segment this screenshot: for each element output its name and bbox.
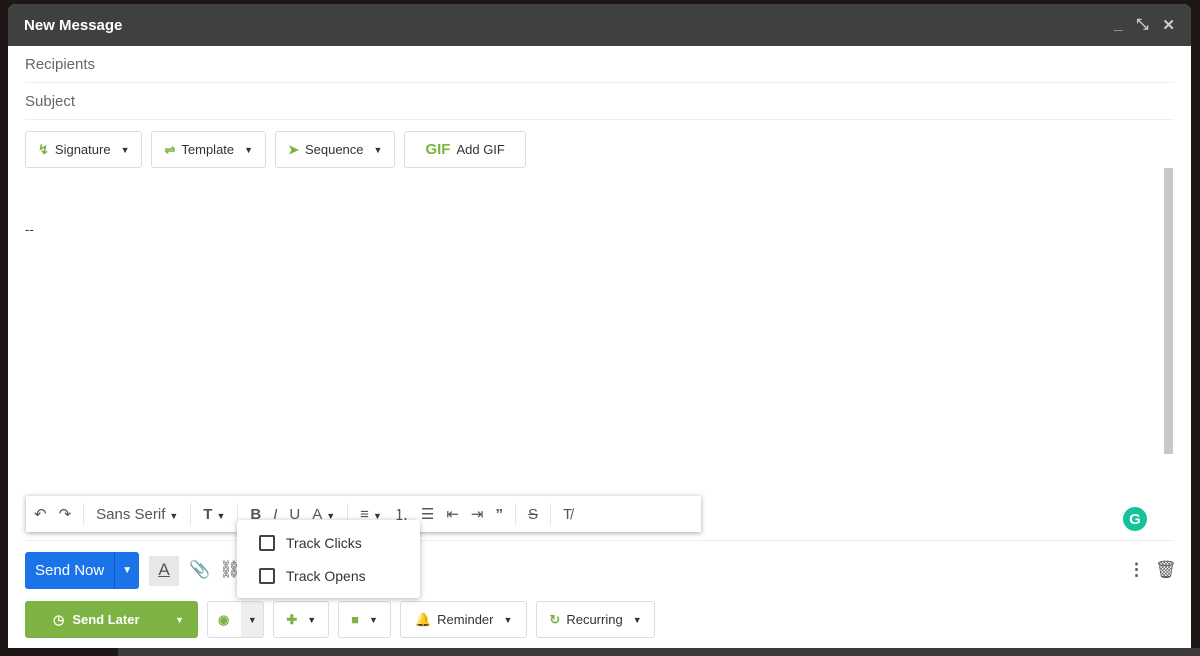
track-clicks-label: Track Clicks [286,534,362,551]
compose-header: New Message _ ⤡ ✕ [8,4,1191,46]
divider [190,503,192,525]
caret-down-icon: ▼ [244,144,254,155]
template-icon: ⇌ [164,141,176,157]
caret-down-icon: ▼ [120,144,130,155]
indent-more-icon[interactable]: ⇥ [471,505,484,523]
sequence-label: Sequence [304,142,364,157]
send-arrow-icon: ➤ [288,141,299,157]
bulleted-list-icon[interactable]: ☰ [421,505,434,523]
template-button[interactable]: ⇌ Template ▼ [151,131,267,168]
bell-icon: 🔔 [414,611,432,627]
quote-icon[interactable]: ” [495,506,503,523]
refresh-icon: ↻ [549,611,561,627]
send-later-label: Send Later [72,612,140,627]
collapse-icon[interactable]: ⤡ [1136,16,1148,34]
track-opens-label: Track Opens [286,567,366,584]
send-now-button[interactable]: Send Now [25,552,115,589]
grammarly-icon[interactable]: G [1123,507,1147,531]
minimize-icon[interactable]: _ [1114,16,1122,34]
tracking-menu: Track Clicks Track Opens [237,520,420,598]
reminder-label: Reminder [437,612,494,627]
add-gif-label: Add GIF [456,142,505,157]
indent-less-icon[interactable]: ⇤ [446,505,459,523]
sequence-button[interactable]: ➤ Sequence ▼ [275,131,396,168]
caret-down-icon: ▼ [373,144,383,155]
clear-formatting-icon[interactable]: T̸ [563,506,572,523]
send-later-button[interactable]: ◷ Send Later ▼ [25,601,198,638]
caret-down-icon: ▼ [307,614,317,625]
track-clicks-option[interactable]: Track Clicks [237,526,420,559]
divider [25,540,1174,541]
eye-icon: ◉ [218,611,230,627]
more-options-icon[interactable]: ⋮ [1128,560,1145,580]
formatting-toggle-icon[interactable]: A [149,556,179,586]
strikethrough-icon[interactable]: S [528,506,538,523]
divider [83,503,85,525]
track-opens-option[interactable]: Track Opens [237,559,420,592]
clock-icon: ◷ [53,611,65,627]
template-label: Template [181,142,235,157]
caret-down-icon: ▼ [369,614,378,625]
note-icon: ■ [351,612,360,627]
subject-field[interactable]: Subject [25,83,1174,120]
signature-label: Signature [54,142,111,157]
background [118,648,1200,656]
undo-icon[interactable]: ↶ [34,505,47,523]
close-icon[interactable]: ✕ [1162,16,1175,34]
compose-window: New Message _ ⤡ ✕ Recipients Subject ↯ Si… [8,4,1191,648]
send-options-caret[interactable]: ▼ [114,552,140,589]
signature-button[interactable]: ↯ Signature ▼ [25,131,143,168]
scrollbar[interactable] [1164,168,1173,454]
recipients-field[interactable]: Recipients [25,46,1174,83]
puzzle-icon: ✚ [286,611,298,627]
reminder-button[interactable]: 🔔 Reminder ▼ [399,601,528,638]
plugins-button[interactable]: ✚ ▼ [273,601,330,638]
tracking-button[interactable]: ◉ ▼ [207,601,265,638]
font-size-icon[interactable]: T ▼ [203,506,225,523]
recurring-button[interactable]: ↻ Recurring ▼ [536,601,655,638]
trash-icon[interactable]: 🗑 [1155,560,1177,580]
window-title: New Message [24,16,123,34]
caret-down-icon: ▼ [632,614,642,625]
notes-button[interactable]: ■ ▼ [338,601,391,638]
gif-icon: GIF [425,141,451,158]
signature-icon: ↯ [38,141,49,157]
caret-down-icon: ▼ [169,510,179,521]
checkbox[interactable] [259,567,275,584]
recurring-label: Recurring [566,612,623,627]
checkbox[interactable] [259,534,275,551]
caret-down-icon[interactable]: ▼ [175,615,184,625]
caret-down-icon[interactable]: ▼ [241,602,264,637]
caret-down-icon: ▼ [503,614,513,625]
divider [550,503,551,525]
redo-icon[interactable]: ↷ [59,505,72,523]
font-label: Sans Serif [96,505,166,523]
divider [514,503,516,525]
add-gif-button[interactable]: GIF Add GIF [404,131,526,168]
font-select[interactable]: Sans Serif ▼ [96,506,178,523]
signature-text[interactable]: -- [25,222,34,237]
attachment-icon[interactable]: 📎 [189,560,210,580]
